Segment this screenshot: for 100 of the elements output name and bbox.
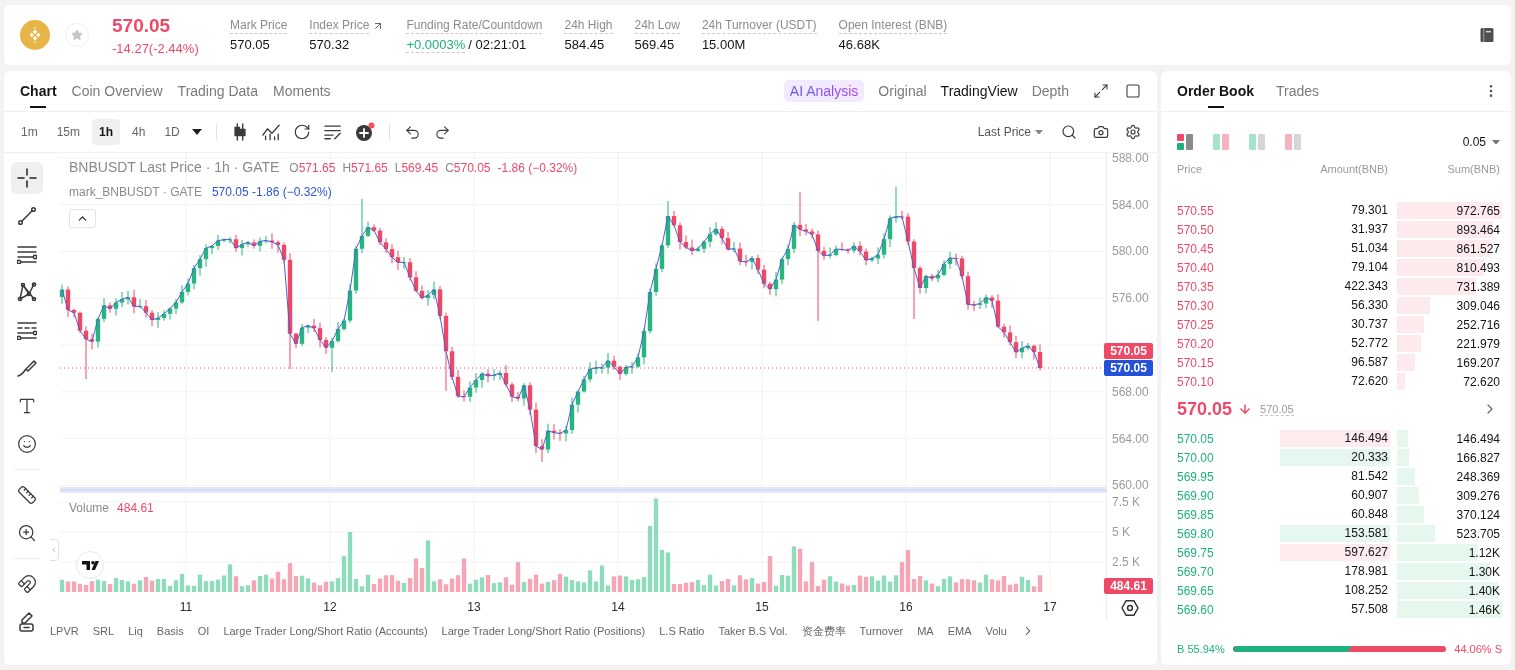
order-price[interactable]: 570.15: [1177, 355, 1273, 370]
indicator-item[interactable]: Turnover: [859, 625, 904, 637]
order-sum: 1.30K: [1468, 564, 1501, 579]
indicator-item[interactable]: Taker B.S Vol.: [718, 625, 788, 637]
pattern-icon[interactable]: [17, 282, 37, 302]
price-axis-label: 564.00: [1112, 431, 1149, 446]
stat-label[interactable]: Index Price: [309, 17, 370, 34]
book-layout-icon[interactable]: [1177, 134, 1193, 150]
interval-tab[interactable]: 1D: [157, 119, 187, 145]
crosshair-icon[interactable]: [17, 168, 37, 188]
chart-tab[interactable]: Chart: [20, 71, 57, 111]
order-price[interactable]: 570.10: [1177, 374, 1273, 389]
order-amount: 108.252: [1343, 582, 1389, 599]
indicator-item[interactable]: Basis: [156, 625, 184, 637]
chart-tab[interactable]: Moments: [273, 71, 331, 111]
order-price[interactable]: 569.70: [1177, 564, 1273, 579]
order-price[interactable]: 569.95: [1177, 469, 1273, 484]
last-price-tag: 570.05: [1104, 343, 1153, 359]
horizontal-lines-icon[interactable]: [17, 244, 37, 264]
order-book-tab[interactable]: Trades: [1276, 71, 1320, 111]
expand-icon[interactable]: [1093, 83, 1109, 99]
mark-price-tag: 570.05: [1104, 360, 1153, 376]
order-price[interactable]: 569.65: [1177, 583, 1273, 598]
caret-icon[interactable]: [191, 129, 202, 135]
order-sum: 972.765: [1456, 203, 1501, 218]
indicator-item[interactable]: 资金费率: [801, 623, 846, 639]
settings-icon[interactable]: [1125, 124, 1141, 140]
order-price[interactable]: 570.50: [1177, 222, 1273, 237]
price-source-dropdown[interactable]: Last Price: [977, 125, 1043, 139]
order-price[interactable]: 569.90: [1177, 488, 1273, 503]
tick-size-dropdown[interactable]: 0.05: [1462, 135, 1502, 149]
ruler-icon[interactable]: [17, 485, 37, 505]
interval-tab[interactable]: 15m: [49, 119, 87, 145]
pencil-box-icon[interactable]: [17, 612, 37, 632]
pen-icon[interactable]: [17, 358, 37, 378]
indicator-item[interactable]: Liq: [128, 625, 143, 637]
order-price[interactable]: 569.85: [1177, 507, 1273, 522]
indicator-item[interactable]: L.S Ratio: [659, 625, 705, 637]
dashed-lines-icon[interactable]: [17, 320, 37, 340]
indicator-item[interactable]: EMA: [947, 625, 972, 637]
indicator-item[interactable]: MA: [917, 625, 934, 637]
order-price[interactable]: 570.05: [1177, 431, 1273, 446]
indicator-item[interactable]: Volu: [985, 625, 1007, 637]
column-header: Amount(BNB): [1320, 163, 1389, 175]
emoji-icon[interactable]: [17, 434, 37, 454]
notebook-icon[interactable]: [1479, 27, 1495, 43]
order-price[interactable]: 570.00: [1177, 450, 1273, 465]
magnet-icon[interactable]: [17, 574, 37, 594]
indicator-item[interactable]: Large Trader Long/Short Ratio (Positions): [441, 625, 646, 637]
side-collapse-handle[interactable]: [50, 539, 59, 561]
indicator-item[interactable]: OI: [197, 625, 210, 637]
indicator-item[interactable]: Large Trader Long/Short Ratio (Accounts): [223, 625, 428, 637]
order-price[interactable]: 570.25: [1177, 317, 1273, 332]
ai-analysis-button[interactable]: AI Analysis: [783, 80, 865, 102]
indicator-item[interactable]: SRL: [92, 625, 115, 637]
order-price[interactable]: 569.60: [1177, 602, 1273, 617]
search-icon[interactable]: [1061, 124, 1077, 140]
caret-icon: [1035, 129, 1043, 135]
view-tab[interactable]: Depth: [1031, 83, 1069, 99]
logo-icon[interactable]: [76, 551, 104, 579]
order-price[interactable]: 570.40: [1177, 260, 1273, 275]
order-book-tab[interactable]: Order Book: [1177, 71, 1254, 111]
order-price[interactable]: 570.45: [1177, 241, 1273, 256]
interval-tab[interactable]: 4h: [125, 119, 153, 145]
view-tab[interactable]: Original: [878, 83, 927, 99]
view-tab[interactable]: TradingView: [940, 83, 1018, 99]
refresh-icon[interactable]: [292, 123, 311, 141]
price-axis-label: 580.00: [1112, 244, 1149, 259]
order-price[interactable]: 570.55: [1177, 203, 1273, 218]
order-price[interactable]: 570.20: [1177, 336, 1273, 351]
order-price[interactable]: 569.80: [1177, 526, 1273, 541]
stat-value: 570.05: [230, 36, 270, 53]
order-sum: 523.705: [1456, 526, 1501, 541]
order-price[interactable]: 570.35: [1177, 279, 1273, 294]
chart-tab[interactable]: Coin Overview: [71, 71, 163, 111]
undo-icon[interactable]: [403, 123, 421, 141]
order-amount: 96.587: [1350, 354, 1389, 371]
redo-icon[interactable]: [433, 123, 451, 141]
text-icon[interactable]: [17, 396, 37, 416]
chart-tab[interactable]: Trading Data: [177, 71, 258, 111]
camera-icon[interactable]: [1093, 124, 1109, 140]
drawing-tool-button[interactable]: [11, 162, 43, 194]
add-icon[interactable]: [354, 122, 375, 142]
collapse-legend-button[interactable]: [69, 209, 96, 228]
order-sum: 146.494: [1456, 431, 1501, 446]
square-icon[interactable]: [1125, 83, 1141, 99]
mark-price-title: mark_BNBUSDT · GATE: [69, 185, 202, 199]
volume-value: 484.61: [117, 501, 154, 515]
chevron-left-icon: [50, 546, 58, 554]
order-price[interactable]: 570.30: [1177, 298, 1273, 313]
chart-settings-icon[interactable]: [1121, 599, 1139, 617]
indicator-chart-icon[interactable]: [261, 123, 280, 141]
interval-tab[interactable]: 1h: [92, 119, 121, 145]
zoom-in-icon[interactable]: [17, 523, 37, 543]
order-price[interactable]: 569.75: [1177, 545, 1273, 560]
interval-tab[interactable]: 1m: [14, 119, 45, 145]
list-edit-icon[interactable]: [323, 123, 342, 141]
trend-line-icon[interactable]: [17, 206, 37, 226]
indicator-item[interactable]: LPVR: [50, 625, 79, 637]
order-amount: 81.542: [1350, 468, 1389, 485]
